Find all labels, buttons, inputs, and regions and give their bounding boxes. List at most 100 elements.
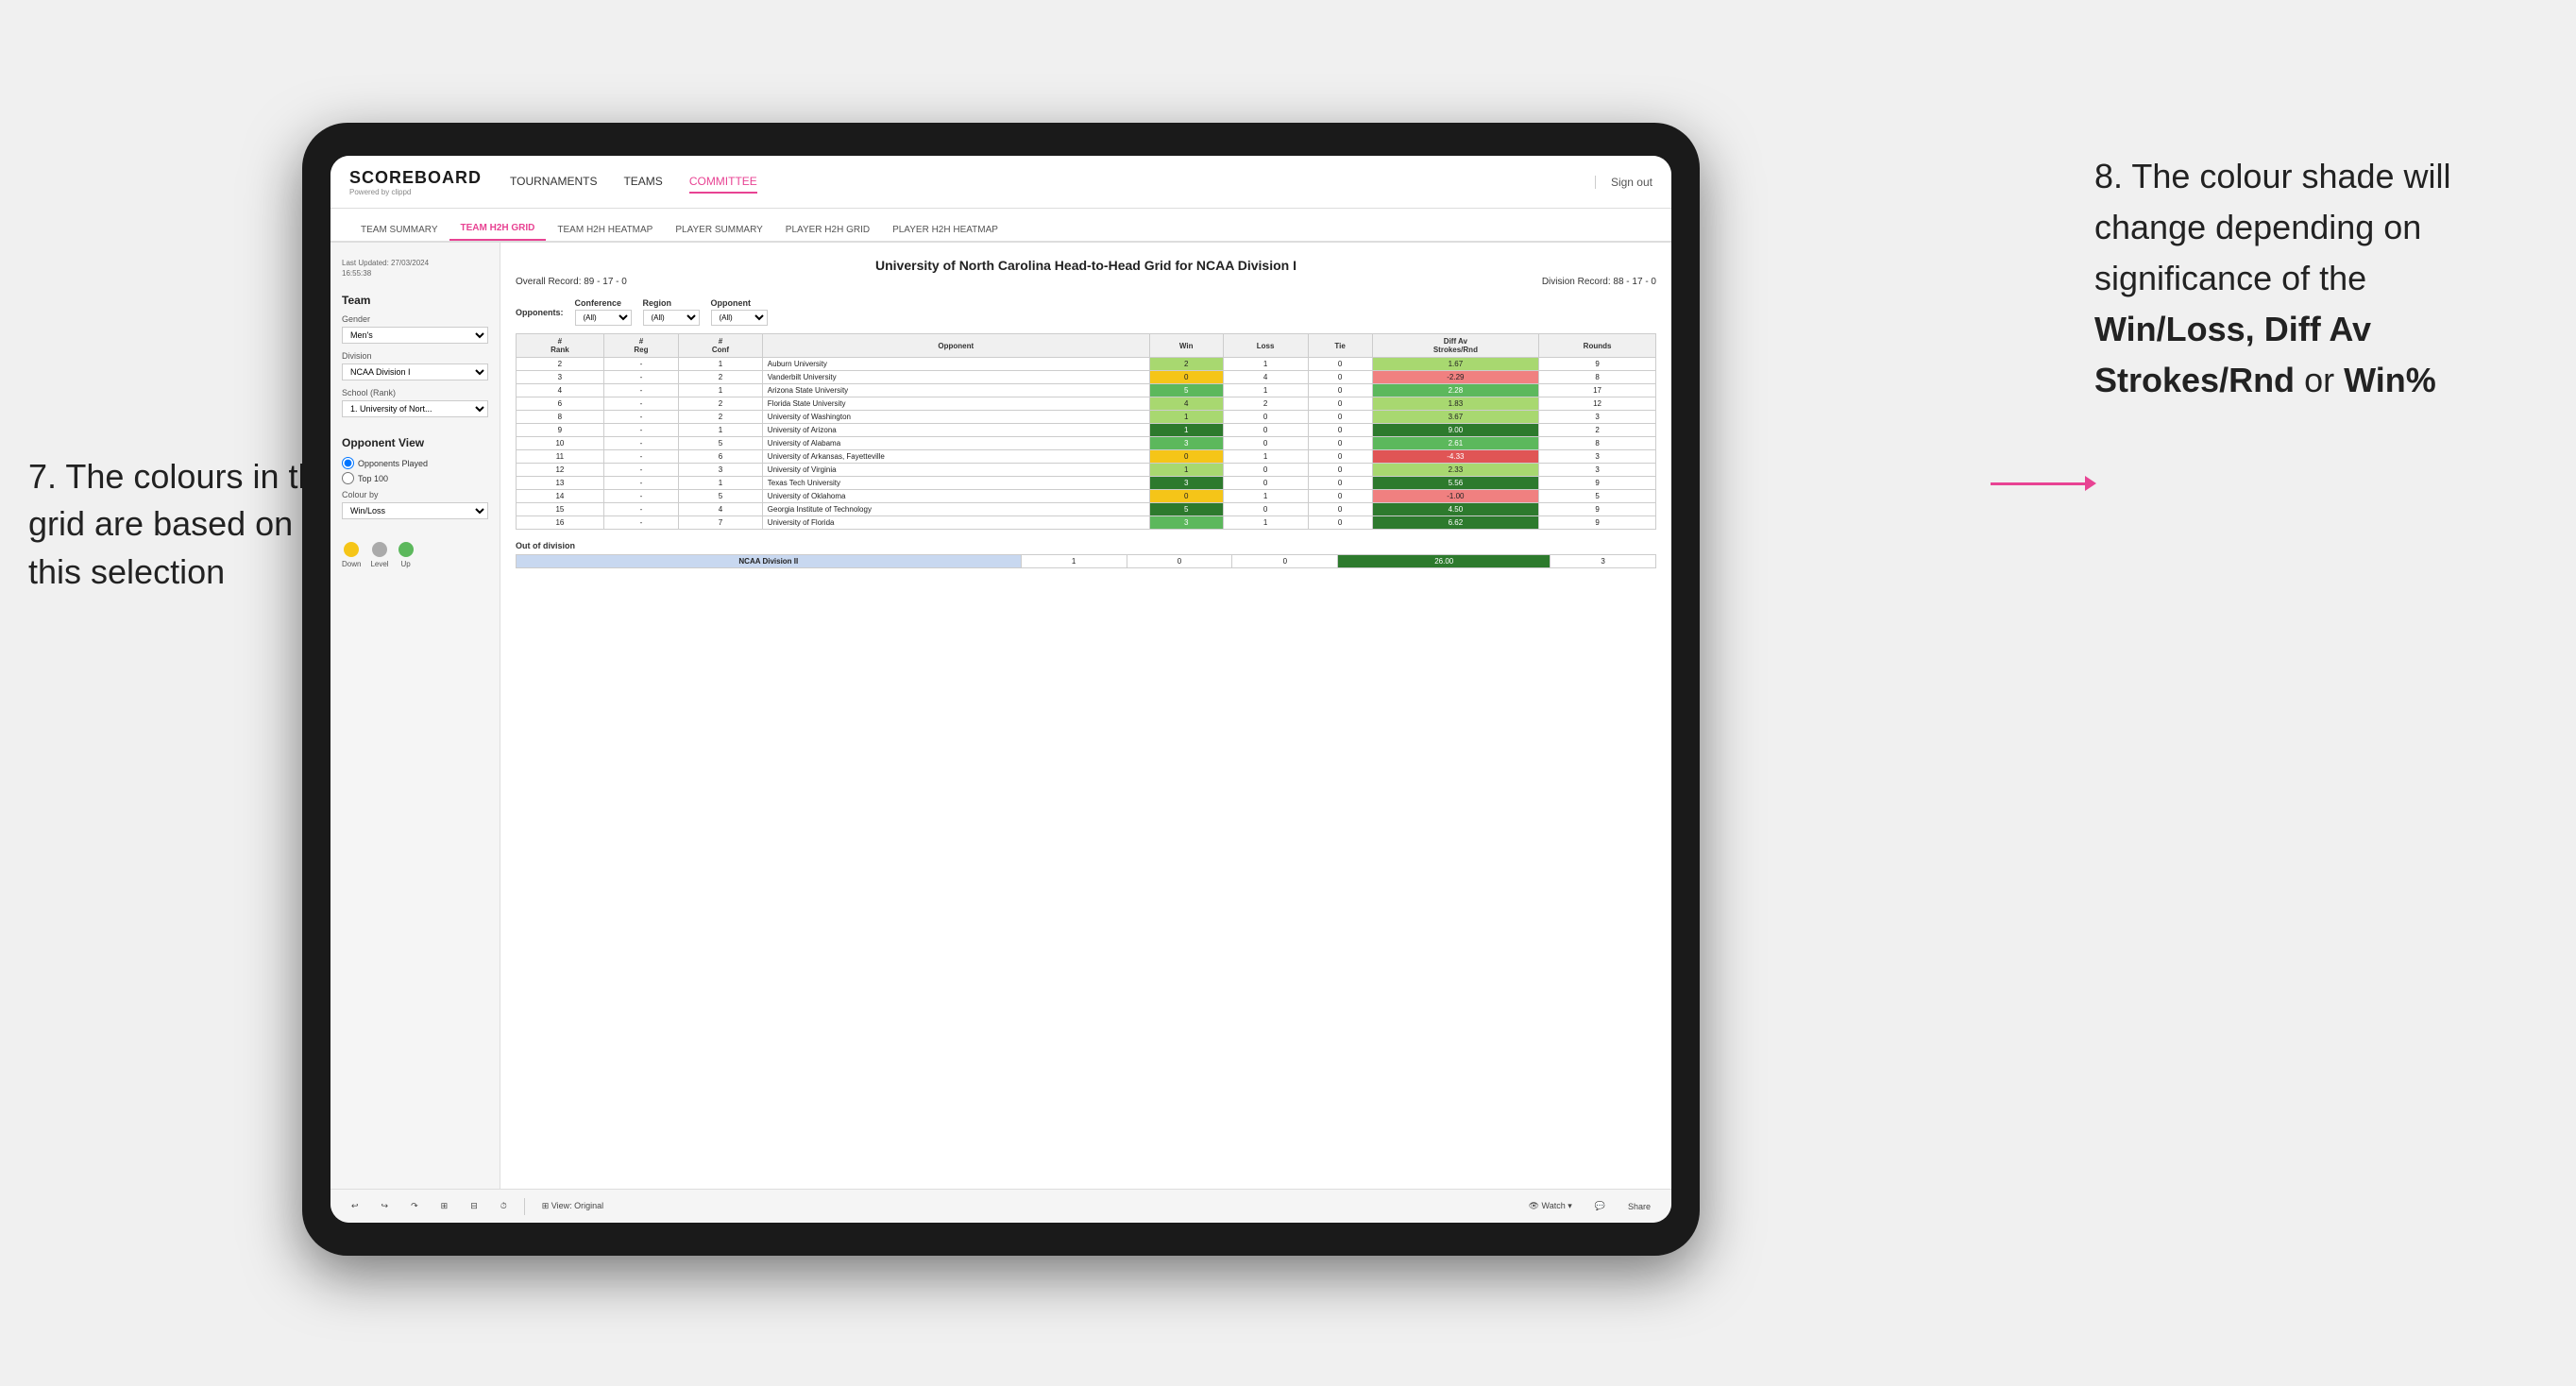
cell-win: 1 <box>1149 424 1223 437</box>
cell-win: 4 <box>1149 397 1223 411</box>
tab-player-h2h-heatmap[interactable]: PLAYER H2H HEATMAP <box>881 219 1009 241</box>
sub-nav: TEAM SUMMARY TEAM H2H GRID TEAM H2H HEAT… <box>330 209 1671 243</box>
grid-title: University of North Carolina Head-to-Hea… <box>516 258 1656 273</box>
sidebar-gender-label: Gender <box>342 314 488 324</box>
grid-records: Overall Record: 89 - 17 - 0 Division Rec… <box>516 277 1656 287</box>
cell-opponent: Vanderbilt University <box>762 371 1149 384</box>
extra-btn1[interactable]: ↷ <box>405 1198 424 1214</box>
sign-out-link[interactable]: Sign out <box>1595 176 1652 189</box>
cell-rank: 10 <box>517 437 604 450</box>
cell-rounds: 9 <box>1539 358 1656 371</box>
redo-btn[interactable]: ↪ <box>376 1198 395 1214</box>
region-select[interactable]: (All) <box>643 310 700 326</box>
tab-team-summary[interactable]: TEAM SUMMARY <box>349 219 449 241</box>
cell-tie: 0 <box>1308 477 1372 490</box>
share-btn[interactable]: Share <box>1622 1199 1656 1214</box>
cell-tie: 0 <box>1308 424 1372 437</box>
cell-loss: 0 <box>1223 437 1308 450</box>
cell-tie: 0 <box>1308 464 1372 477</box>
cell-reg: - <box>603 516 678 530</box>
col-loss: Loss <box>1223 334 1308 358</box>
undo-btn[interactable]: ↩ <box>346 1198 364 1214</box>
toolbar-sep1 <box>524 1198 525 1215</box>
watch-btn[interactable]: 👁 Watch ▾ <box>1523 1198 1578 1214</box>
cell-diff: -1.00 <box>1372 490 1538 503</box>
cell-rounds: 5 <box>1539 490 1656 503</box>
out-of-division-row: NCAA Division II 1 0 0 26.00 3 <box>517 555 1656 568</box>
col-rank: #Rank <box>517 334 604 358</box>
cell-rank: 6 <box>517 397 604 411</box>
cell-opponent: Georgia Institute of Technology <box>762 503 1149 516</box>
cell-loss: 1 <box>1223 490 1308 503</box>
sidebar-gender-select[interactable]: Men's <box>342 327 488 344</box>
extra-btn4[interactable]: ⏱ <box>495 1198 513 1214</box>
cell-diff: 9.00 <box>1372 424 1538 437</box>
tab-player-h2h-grid[interactable]: PLAYER H2H GRID <box>774 219 881 241</box>
region-filter: Region (All) <box>643 298 700 326</box>
cell-conf: 4 <box>679 503 763 516</box>
colour-down: Down <box>342 542 361 568</box>
cell-reg: - <box>603 358 678 371</box>
cell-rank: 4 <box>517 384 604 397</box>
table-row: 15 - 4 Georgia Institute of Technology 5… <box>517 503 1656 516</box>
sidebar-division-select[interactable]: NCAA Division I <box>342 363 488 380</box>
cell-reg: - <box>603 437 678 450</box>
cell-win: 0 <box>1149 490 1223 503</box>
colour-legend: Down Level Up <box>342 542 488 568</box>
nav-committee[interactable]: COMMITTEE <box>689 171 757 194</box>
cell-reg: - <box>603 503 678 516</box>
tab-team-h2h-heatmap[interactable]: TEAM H2H HEATMAP <box>546 219 664 241</box>
cell-diff: 2.33 <box>1372 464 1538 477</box>
cell-diff: -2.29 <box>1372 371 1538 384</box>
colour-dot-up <box>398 542 414 557</box>
colour-dot-level <box>372 542 387 557</box>
cell-rank: 12 <box>517 464 604 477</box>
cell-tie: 0 <box>1308 450 1372 464</box>
annotation-right: 8. The colour shade will change dependin… <box>2094 151 2548 406</box>
radio-top100[interactable]: Top 100 <box>342 472 488 484</box>
tablet-screen: SCOREBOARD Powered by clippd TOURNAMENTS… <box>330 156 1671 1223</box>
tab-player-summary[interactable]: PLAYER SUMMARY <box>664 219 773 241</box>
nav-tournaments[interactable]: TOURNAMENTS <box>510 171 597 194</box>
radio-opponents-played[interactable]: Opponents Played <box>342 457 488 469</box>
cell-loss: 0 <box>1223 503 1308 516</box>
tab-team-h2h-grid[interactable]: TEAM H2H GRID <box>449 217 547 241</box>
cell-opponent: University of Florida <box>762 516 1149 530</box>
sidebar-school-select[interactable]: 1. University of Nort... <box>342 400 488 417</box>
sidebar-colour-by-select[interactable]: Win/Loss <box>342 502 488 519</box>
cell-rank: 15 <box>517 503 604 516</box>
cell-win: 3 <box>1149 477 1223 490</box>
cell-loss: 2 <box>1223 397 1308 411</box>
comment-btn[interactable]: 💬 <box>1589 1198 1611 1214</box>
cell-conf: 1 <box>679 424 763 437</box>
table-row: 8 - 2 University of Washington 1 0 0 3.6… <box>517 411 1656 424</box>
cell-rank: 8 <box>517 411 604 424</box>
colour-up: Up <box>398 542 414 568</box>
table-row: 12 - 3 University of Virginia 1 0 0 2.33… <box>517 464 1656 477</box>
cell-rank: 13 <box>517 477 604 490</box>
colour-level: Level <box>370 542 388 568</box>
cell-rounds: 2 <box>1539 424 1656 437</box>
cell-opponent: University of Oklahoma <box>762 490 1149 503</box>
nav-teams[interactable]: TEAMS <box>623 171 662 194</box>
cell-diff: 1.83 <box>1372 397 1538 411</box>
cell-od-loss: 0 <box>1127 555 1232 568</box>
table-row: 14 - 5 University of Oklahoma 0 1 0 -1.0… <box>517 490 1656 503</box>
annotation-bold3: Win% <box>2344 361 2436 399</box>
cell-conf: 7 <box>679 516 763 530</box>
cell-opponent: Auburn University <box>762 358 1149 371</box>
extra-btn3[interactable]: ⊟ <box>465 1198 483 1214</box>
sidebar: Last Updated: 27/03/2024 16:55:38 Team G… <box>330 243 500 1189</box>
view-original-btn[interactable]: ⊞ View: Original <box>536 1198 609 1214</box>
colour-label-level: Level <box>370 560 388 568</box>
bottom-toolbar: ↩ ↪ ↷ ⊞ ⊟ ⏱ ⊞ View: Original 👁 Watch ▾ 💬… <box>330 1189 1671 1223</box>
cell-reg: - <box>603 397 678 411</box>
extra-btn2[interactable]: ⊞ <box>435 1198 454 1214</box>
cell-tie: 0 <box>1308 371 1372 384</box>
main-content: Last Updated: 27/03/2024 16:55:38 Team G… <box>330 243 1671 1189</box>
conference-select[interactable]: (All) <box>575 310 632 326</box>
cell-tie: 0 <box>1308 503 1372 516</box>
cell-rounds: 9 <box>1539 477 1656 490</box>
opponent-select[interactable]: (All) <box>711 310 768 326</box>
cell-diff: 1.67 <box>1372 358 1538 371</box>
